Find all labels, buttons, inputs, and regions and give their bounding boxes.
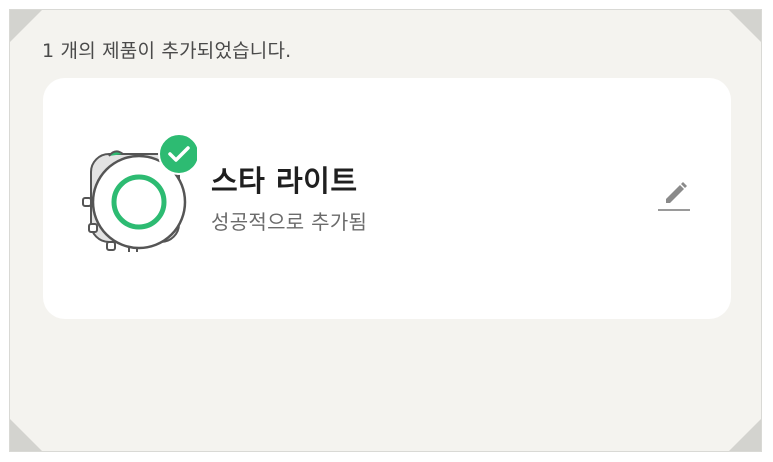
photo-corner-top-right <box>729 10 761 42</box>
photo-corner-bottom-left <box>10 419 42 451</box>
edit-product-button[interactable] <box>654 175 694 215</box>
added-count-message: 1 개의 제품이 추가되었습니다. <box>42 40 292 62</box>
dialog-frame: 1 개의 제품이 추가되었습니다. 스타 라이트 성공적으로 추가됨 <box>9 9 762 452</box>
photo-corner-bottom-right <box>729 419 761 451</box>
checkmark-icon <box>158 133 200 175</box>
product-card[interactable]: 스타 라이트 성공적으로 추가됨 <box>43 78 731 319</box>
photo-corner-top-left <box>10 10 42 42</box>
star-light-device-icon <box>79 132 200 255</box>
product-name: 스타 라이트 <box>211 164 358 198</box>
product-status: 성공적으로 추가됨 <box>211 210 368 234</box>
pencil-icon <box>658 182 690 211</box>
